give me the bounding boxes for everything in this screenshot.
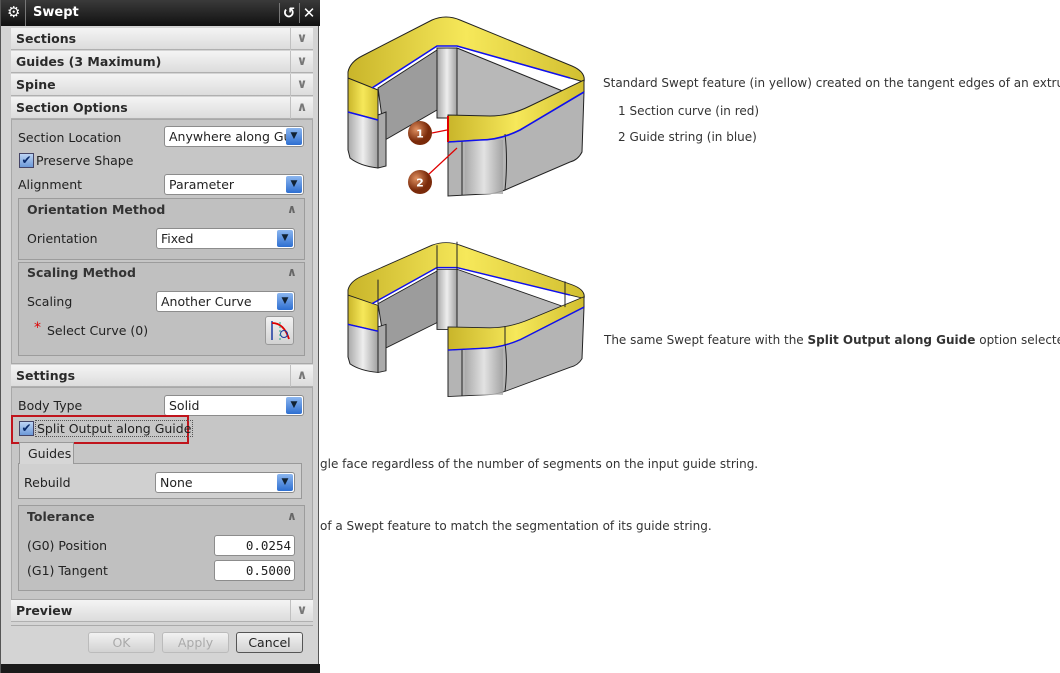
chevron-down-icon[interactable]: ∨ — [290, 74, 313, 96]
g1-tangent-input[interactable]: 0.5000 — [214, 560, 295, 581]
scaling-method-title: Scaling Method — [27, 265, 136, 280]
alignment-dropdown[interactable]: Parameter ▼ — [164, 174, 304, 195]
swept-illustration-standard — [347, 16, 586, 197]
ok-button[interactable]: OK — [88, 632, 155, 653]
preserve-shape-label: Preserve Shape — [36, 153, 134, 168]
chevron-down-icon[interactable]: ∨ — [290, 51, 313, 73]
title-bar[interactable]: ⚙ Swept ↺ ✕ — [1, 0, 320, 26]
section-location-label: Section Location — [18, 130, 122, 145]
group-label: Section Options — [16, 100, 128, 115]
g0-position-input[interactable]: 0.0254 — [214, 535, 295, 556]
split-output-checkbox[interactable]: ✔ — [19, 421, 34, 436]
preserve-shape-checkbox[interactable]: ✔ — [19, 153, 34, 168]
chevron-up-icon[interactable]: ∧ — [287, 202, 297, 216]
callout-1-label: 1 — [416, 128, 424, 141]
dialog-bottom-border — [1, 664, 320, 673]
swept-dialog: ⚙ Swept ↺ ✕ Sections ∨ Guides (3 Maximum)… — [0, 0, 320, 673]
dropdown-arrow-icon[interactable]: ▼ — [286, 128, 302, 145]
section-location-dropdown[interactable]: Anywhere along Gu ▼ — [164, 126, 304, 147]
orientation-dropdown[interactable]: Fixed ▼ — [156, 228, 295, 249]
g0-position-label: (G0) Position — [27, 538, 108, 553]
callout-1-leader — [431, 129, 448, 134]
close-icon[interactable]: ✕ — [299, 3, 318, 23]
dropdown-value: None — [160, 475, 193, 490]
orientation-method-title: Orientation Method — [27, 202, 166, 217]
dropdown-arrow-icon[interactable]: ▼ — [286, 176, 302, 193]
select-curve-label[interactable]: Select Curve (0) — [47, 323, 148, 338]
orientation-label: Orientation — [27, 231, 98, 246]
dropdown-value: Anywhere along Gu — [169, 129, 292, 144]
body-type-label: Body Type — [18, 398, 83, 413]
required-asterisk: * — [34, 320, 41, 336]
rebuild-label: Rebuild — [24, 475, 71, 490]
group-guides[interactable]: Guides (3 Maximum) ∨ — [11, 51, 313, 73]
gear-icon[interactable]: ⚙ — [7, 3, 20, 21]
chevron-up-icon[interactable]: ∧ — [287, 509, 297, 523]
tab-guides[interactable]: Guides — [19, 442, 74, 464]
apply-button[interactable]: Apply — [162, 632, 229, 653]
reset-icon[interactable]: ↺ — [279, 3, 298, 23]
chevron-up-icon[interactable]: ∧ — [290, 365, 313, 387]
swept-illustration-split — [347, 241, 586, 398]
rebuild-dropdown[interactable]: None ▼ — [155, 472, 295, 493]
group-sections[interactable]: Sections ∨ — [11, 28, 313, 50]
cancel-button[interactable]: Cancel — [236, 632, 303, 653]
dropdown-value: Solid — [169, 398, 200, 413]
scaling-dropdown[interactable]: Another Curve ▼ — [156, 291, 295, 312]
dropdown-value: Another Curve — [161, 294, 252, 309]
scaling-label: Scaling — [27, 294, 73, 309]
tolerance-title: Tolerance — [27, 509, 95, 524]
chevron-up-icon[interactable]: ∧ — [290, 97, 313, 119]
select-curve-button[interactable] — [265, 316, 294, 345]
group-preview[interactable]: Preview ∨ — [11, 600, 313, 622]
dropdown-arrow-icon[interactable]: ▼ — [277, 230, 293, 247]
dropdown-arrow-icon[interactable]: ▼ — [277, 474, 293, 491]
g1-tangent-label: (G1) Tangent — [27, 563, 108, 578]
group-label: Guides (3 Maximum) — [16, 54, 162, 69]
dropdown-arrow-icon[interactable]: ▼ — [286, 397, 302, 414]
curve-select-icon — [271, 321, 290, 340]
body-type-dropdown[interactable]: Solid ▼ — [164, 395, 304, 416]
chevron-up-icon[interactable]: ∧ — [287, 265, 297, 279]
dropdown-arrow-icon[interactable]: ▼ — [277, 293, 293, 310]
group-label: Preview — [16, 603, 73, 618]
group-spine[interactable]: Spine ∨ — [11, 74, 313, 96]
group-label: Sections — [16, 31, 77, 46]
callout-2-label: 2 — [416, 177, 424, 190]
dialog-title: Swept — [33, 5, 79, 20]
group-label: Spine — [16, 77, 56, 92]
dropdown-value: Fixed — [161, 231, 194, 246]
chevron-down-icon[interactable]: ∨ — [290, 600, 313, 622]
chevron-down-icon[interactable]: ∨ — [290, 28, 313, 50]
group-label: Settings — [16, 368, 76, 383]
group-section-options[interactable]: Section Options ∧ — [11, 97, 313, 119]
group-settings[interactable]: Settings ∧ — [11, 365, 313, 387]
alignment-label: Alignment — [18, 177, 83, 192]
dropdown-value: Parameter — [169, 177, 235, 192]
split-output-label: Split Output along Guide — [35, 420, 194, 437]
